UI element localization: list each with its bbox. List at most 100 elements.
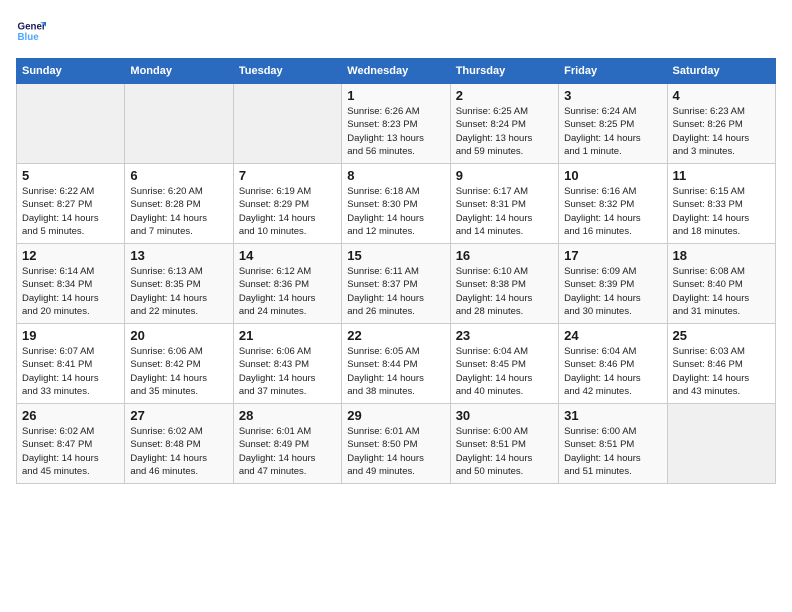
day-info: Sunrise: 6:22 AM Sunset: 8:27 PM Dayligh… [22,185,119,238]
calendar-day: 22 Sunrise: 6:05 AM Sunset: 8:44 PM Dayli… [342,324,450,404]
day-info: Sunrise: 6:16 AM Sunset: 8:32 PM Dayligh… [564,185,661,238]
calendar-day: 30 Sunrise: 6:00 AM Sunset: 8:51 PM Dayli… [450,404,558,484]
calendar-day: 29 Sunrise: 6:01 AM Sunset: 8:50 PM Dayli… [342,404,450,484]
day-number: 28 [239,408,336,423]
calendar-day: 6Sunrise: 6:20 AM Sunset: 8:28 PM Daylig… [125,164,233,244]
calendar-day: 13 Sunrise: 6:13 AM Sunset: 8:35 PM Dayli… [125,244,233,324]
day-number: 22 [347,328,444,343]
calendar-day: 10Sunrise: 6:16 AM Sunset: 8:32 PM Dayli… [559,164,667,244]
day-info: Sunrise: 6:14 AM Sunset: 8:34 PM Dayligh… [22,265,119,318]
day-info: Sunrise: 6:11 AM Sunset: 8:37 PM Dayligh… [347,265,444,318]
day-info: Sunrise: 6:01 AM Sunset: 8:49 PM Dayligh… [239,425,336,478]
calendar-day [17,84,125,164]
weekday-header-thursday: Thursday [450,59,558,84]
day-info: Sunrise: 6:23 AM Sunset: 8:26 PM Dayligh… [673,105,770,158]
calendar-day: 27 Sunrise: 6:02 AM Sunset: 8:48 PM Dayli… [125,404,233,484]
day-info: Sunrise: 6:13 AM Sunset: 8:35 PM Dayligh… [130,265,227,318]
day-info: Sunrise: 6:06 AM Sunset: 8:42 PM Dayligh… [130,345,227,398]
day-number: 13 [130,248,227,263]
day-info: Sunrise: 6:26 AM Sunset: 8:23 PM Dayligh… [347,105,444,158]
day-number: 26 [22,408,119,423]
calendar-day: 11 Sunrise: 6:15 AM Sunset: 8:33 PM Dayli… [667,164,775,244]
day-info: Sunrise: 6:24 AM Sunset: 8:25 PM Dayligh… [564,105,661,158]
calendar-day: 21 Sunrise: 6:06 AM Sunset: 8:43 PM Dayli… [233,324,341,404]
day-info: Sunrise: 6:05 AM Sunset: 8:44 PM Dayligh… [347,345,444,398]
day-number: 11 [673,168,770,183]
calendar-day: 14 Sunrise: 6:12 AM Sunset: 8:36 PM Dayli… [233,244,341,324]
calendar-day: 24 Sunrise: 6:04 AM Sunset: 8:46 PM Dayli… [559,324,667,404]
weekday-header-sunday: Sunday [17,59,125,84]
day-info: Sunrise: 6:09 AM Sunset: 8:39 PM Dayligh… [564,265,661,318]
day-number: 21 [239,328,336,343]
calendar-day: 7 Sunrise: 6:19 AM Sunset: 8:29 PM Daylig… [233,164,341,244]
day-number: 15 [347,248,444,263]
day-number: 23 [456,328,553,343]
calendar-day: 5 Sunrise: 6:22 AM Sunset: 8:27 PM Daylig… [17,164,125,244]
calendar-day: 20Sunrise: 6:06 AM Sunset: 8:42 PM Dayli… [125,324,233,404]
day-info: Sunrise: 6:19 AM Sunset: 8:29 PM Dayligh… [239,185,336,238]
day-info: Sunrise: 6:07 AM Sunset: 8:41 PM Dayligh… [22,345,119,398]
weekday-header-monday: Monday [125,59,233,84]
day-number: 6 [130,168,227,183]
calendar-day: 17Sunrise: 6:09 AM Sunset: 8:39 PM Dayli… [559,244,667,324]
calendar-day: 23 Sunrise: 6:04 AM Sunset: 8:45 PM Dayli… [450,324,558,404]
day-number: 4 [673,88,770,103]
day-number: 9 [456,168,553,183]
page-header: General Blue [16,16,776,46]
calendar-day: 8 Sunrise: 6:18 AM Sunset: 8:30 PM Daylig… [342,164,450,244]
day-number: 31 [564,408,661,423]
weekday-header-saturday: Saturday [667,59,775,84]
calendar-week-2: 5 Sunrise: 6:22 AM Sunset: 8:27 PM Daylig… [17,164,776,244]
day-info: Sunrise: 6:06 AM Sunset: 8:43 PM Dayligh… [239,345,336,398]
day-info: Sunrise: 6:10 AM Sunset: 8:38 PM Dayligh… [456,265,553,318]
calendar-day: 28 Sunrise: 6:01 AM Sunset: 8:49 PM Dayli… [233,404,341,484]
day-number: 12 [22,248,119,263]
day-info: Sunrise: 6:12 AM Sunset: 8:36 PM Dayligh… [239,265,336,318]
calendar-week-5: 26 Sunrise: 6:02 AM Sunset: 8:47 PM Dayli… [17,404,776,484]
calendar-day: 12 Sunrise: 6:14 AM Sunset: 8:34 PM Dayli… [17,244,125,324]
calendar-day: 31 Sunrise: 6:00 AM Sunset: 8:51 PM Dayli… [559,404,667,484]
day-number: 5 [22,168,119,183]
calendar-day: 26 Sunrise: 6:02 AM Sunset: 8:47 PM Dayli… [17,404,125,484]
svg-text:Blue: Blue [18,32,40,43]
calendar-day: 4 Sunrise: 6:23 AM Sunset: 8:26 PM Daylig… [667,84,775,164]
calendar-day: 18 Sunrise: 6:08 AM Sunset: 8:40 PM Dayli… [667,244,775,324]
day-info: Sunrise: 6:04 AM Sunset: 8:46 PM Dayligh… [564,345,661,398]
calendar-day: 9 Sunrise: 6:17 AM Sunset: 8:31 PM Daylig… [450,164,558,244]
day-number: 24 [564,328,661,343]
day-number: 18 [673,248,770,263]
day-info: Sunrise: 6:02 AM Sunset: 8:48 PM Dayligh… [130,425,227,478]
day-info: Sunrise: 6:01 AM Sunset: 8:50 PM Dayligh… [347,425,444,478]
day-info: Sunrise: 6:15 AM Sunset: 8:33 PM Dayligh… [673,185,770,238]
calendar-day [233,84,341,164]
day-number: 19 [22,328,119,343]
calendar-table: SundayMondayTuesdayWednesdayThursdayFrid… [16,58,776,484]
day-number: 2 [456,88,553,103]
day-number: 16 [456,248,553,263]
day-number: 7 [239,168,336,183]
day-info: Sunrise: 6:08 AM Sunset: 8:40 PM Dayligh… [673,265,770,318]
calendar-day: 1Sunrise: 6:26 AM Sunset: 8:23 PM Daylig… [342,84,450,164]
day-info: Sunrise: 6:04 AM Sunset: 8:45 PM Dayligh… [456,345,553,398]
calendar-day: 3 Sunrise: 6:24 AM Sunset: 8:25 PM Daylig… [559,84,667,164]
day-info: Sunrise: 6:00 AM Sunset: 8:51 PM Dayligh… [456,425,553,478]
calendar-day [667,404,775,484]
weekday-header-wednesday: Wednesday [342,59,450,84]
day-info: Sunrise: 6:02 AM Sunset: 8:47 PM Dayligh… [22,425,119,478]
calendar-day [125,84,233,164]
day-number: 27 [130,408,227,423]
day-info: Sunrise: 6:03 AM Sunset: 8:46 PM Dayligh… [673,345,770,398]
calendar-day: 25 Sunrise: 6:03 AM Sunset: 8:46 PM Dayli… [667,324,775,404]
day-info: Sunrise: 6:00 AM Sunset: 8:51 PM Dayligh… [564,425,661,478]
calendar-day: 16 Sunrise: 6:10 AM Sunset: 8:38 PM Dayli… [450,244,558,324]
weekday-header-friday: Friday [559,59,667,84]
day-number: 25 [673,328,770,343]
calendar-week-1: 1Sunrise: 6:26 AM Sunset: 8:23 PM Daylig… [17,84,776,164]
day-number: 14 [239,248,336,263]
day-info: Sunrise: 6:18 AM Sunset: 8:30 PM Dayligh… [347,185,444,238]
day-number: 30 [456,408,553,423]
day-number: 8 [347,168,444,183]
day-info: Sunrise: 6:17 AM Sunset: 8:31 PM Dayligh… [456,185,553,238]
day-number: 29 [347,408,444,423]
day-number: 3 [564,88,661,103]
